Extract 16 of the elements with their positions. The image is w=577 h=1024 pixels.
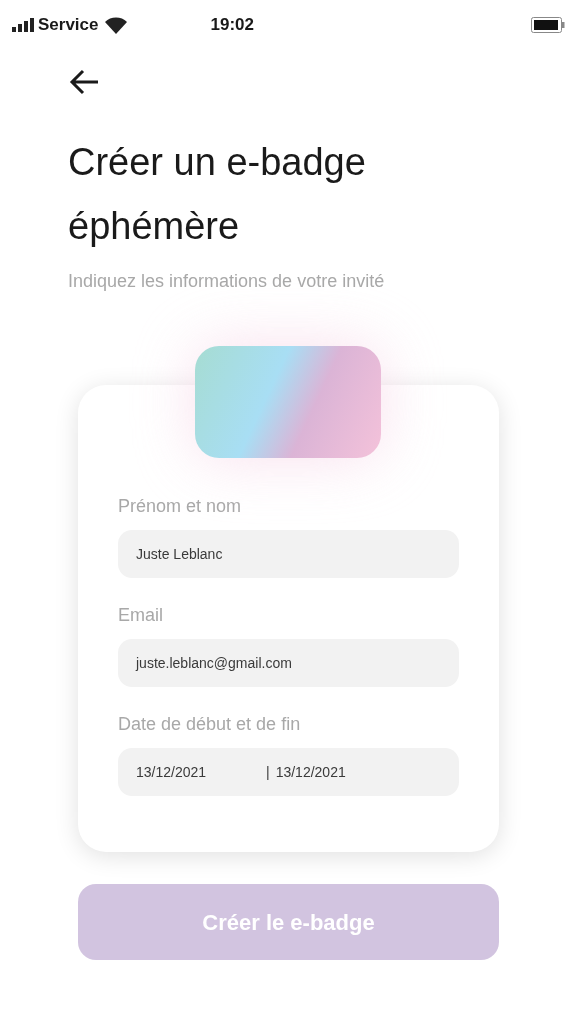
- field-label: Email: [118, 604, 164, 627]
- back-button[interactable]: [68, 68, 100, 96]
- field-label: Date de début et de fin: [118, 713, 302, 736]
- status-time: 19:02: [210, 14, 254, 37]
- date-range-field[interactable]: 13/12/2021 | 13/12/2021: [118, 748, 459, 796]
- carrier-name: Service: [38, 14, 99, 37]
- signal-icon: [12, 18, 34, 32]
- input-field[interactable]: juste.leblanc@gmail.com: [118, 639, 459, 687]
- battery-icon: [531, 17, 565, 33]
- back-arrow-icon: [68, 68, 100, 96]
- page-subtitle: Indiquez les informations de votre invité: [68, 270, 386, 293]
- badge-card-icon: [195, 346, 381, 458]
- input-field[interactable]: Juste Leblanc: [118, 530, 459, 578]
- field-label: Prénom et nom: [118, 495, 243, 518]
- wifi-icon: [104, 16, 127, 34]
- page-title: Créer un e-badge éphémère: [68, 140, 367, 249]
